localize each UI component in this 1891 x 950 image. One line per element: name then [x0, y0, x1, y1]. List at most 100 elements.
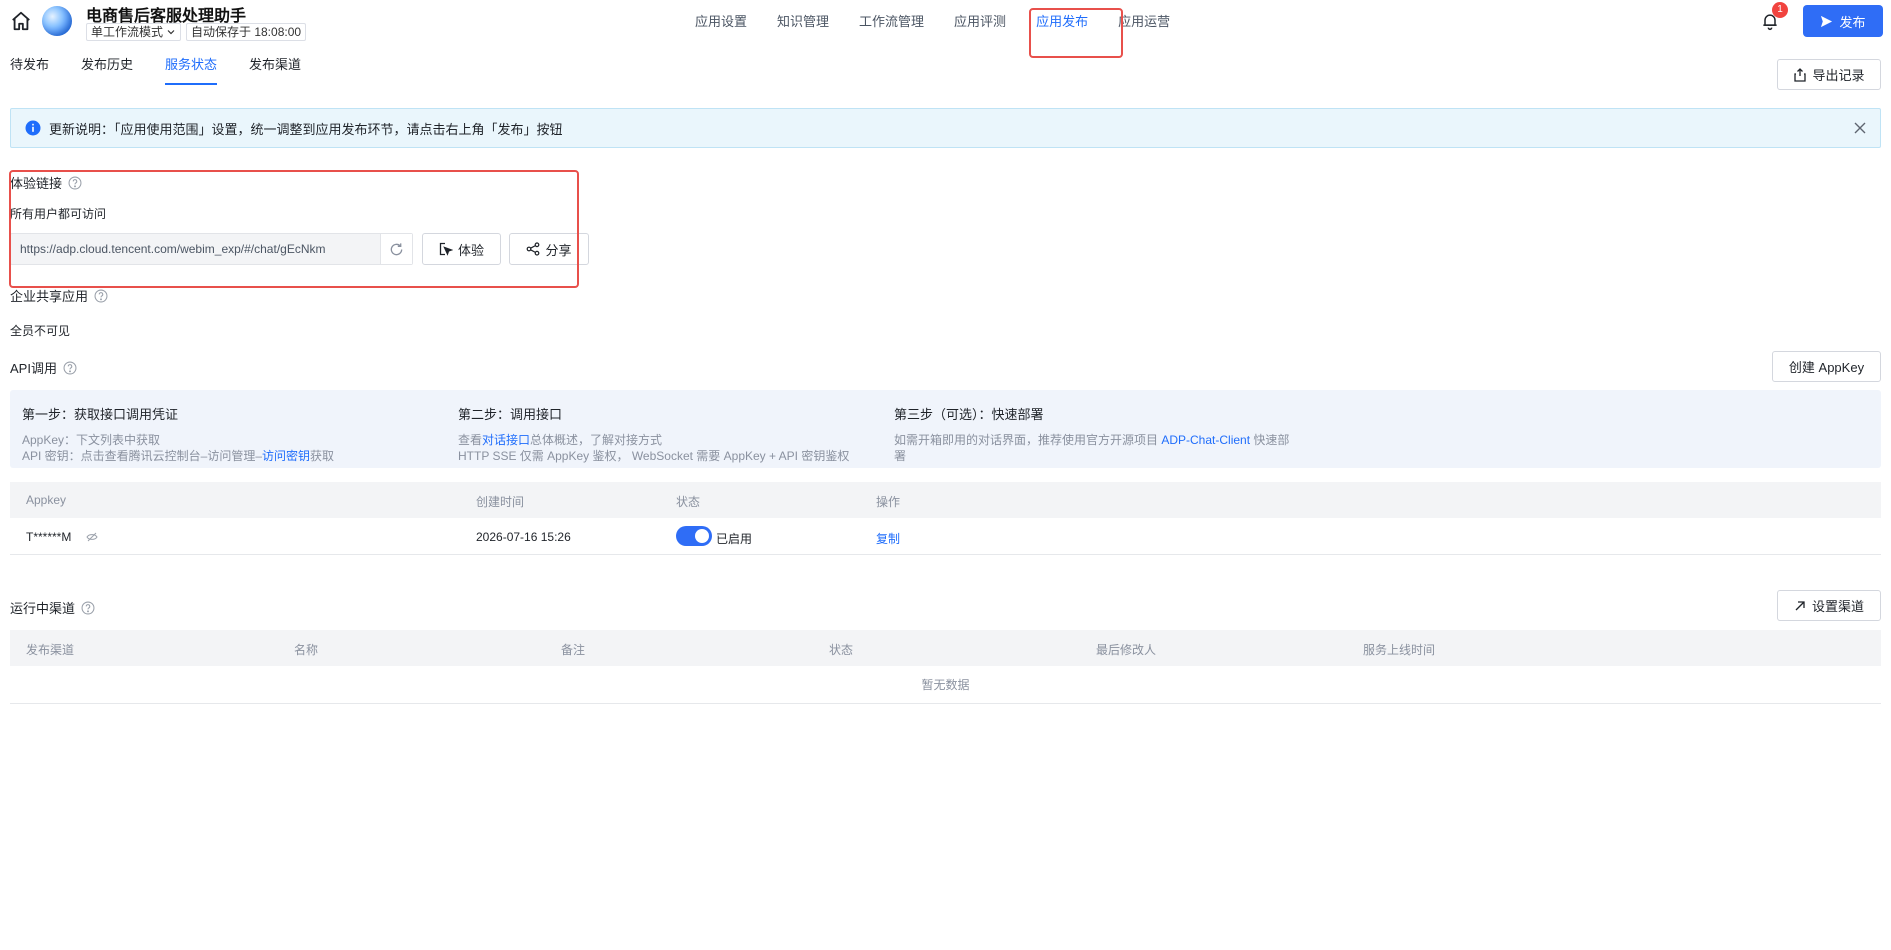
api-title-text: API调用 [10, 361, 57, 376]
api-step-3: 第三步（可选）：快速部署 如需开箱即用的对话界面，推荐使用官方开源项目 ADP-… [894, 404, 1314, 464]
export-icon [1794, 67, 1807, 82]
status-toggle[interactable] [676, 526, 712, 546]
autosave-status: 自动保存于 18:08:00 [186, 23, 307, 41]
create-appkey-button[interactable]: 创建 AppKey [1772, 351, 1881, 382]
step-line: AppKey：下文列表中获取 [22, 433, 161, 447]
enterprise-shared-title-text: 企业共享应用 [10, 289, 89, 304]
column-header: 发布渠道 [26, 643, 75, 657]
table-header: Appkey 创建时间 状态 操作 [10, 482, 1881, 518]
nav-knowledge[interactable]: 知识管理 [762, 0, 844, 44]
appkey-value: T******M [26, 530, 72, 544]
running-channels-title: 运行中渠道 [10, 598, 95, 617]
status-text: 已启用 [716, 532, 753, 546]
info-icon [25, 120, 41, 136]
api-title: API调用 [10, 358, 77, 377]
step-line: 署 [894, 449, 907, 463]
share-button-label: 分享 [545, 242, 572, 258]
publish-button[interactable]: 发布 [1803, 5, 1883, 37]
column-header: 状态 [676, 495, 701, 509]
access-key-link[interactable]: 访问密钥 [262, 449, 310, 463]
help-icon[interactable] [63, 361, 77, 375]
enterprise-visibility: 全员不可见 [10, 324, 71, 338]
update-notice: 更新说明：「应用使用范围」设置，统一调整到应用发布环节，请点击右上角「发布」按钮 [10, 108, 1881, 148]
refresh-link-button[interactable] [380, 234, 412, 264]
step-text: 查看 [458, 433, 483, 447]
help-icon[interactable] [94, 289, 108, 303]
cursor-click-icon [439, 242, 453, 256]
notice-text: 更新说明：「应用使用范围」设置，统一调整到应用发布环节，请点击右上角「发布」按钮 [49, 121, 563, 137]
tab-channels[interactable]: 发布渠道 [249, 54, 301, 83]
experience-link-title: 体验链接 [10, 173, 82, 192]
help-icon[interactable] [81, 601, 95, 615]
nav-app-settings[interactable]: 应用设置 [680, 0, 762, 44]
export-records-button[interactable]: 导出记录 [1777, 59, 1881, 90]
experience-url-box [10, 233, 413, 265]
step-line: 如需开箱即用的对话界面，推荐使用官方开源项目 ADP-Chat-Client 快… [894, 432, 1314, 448]
mode-select-value: 单工作流模式 [91, 25, 164, 39]
try-button[interactable]: 体验 [422, 233, 501, 265]
appkey-table: Appkey 创建时间 状态 操作 T******M 2026-07-16 15… [10, 482, 1881, 555]
step-title: 第二步：调用接口 [458, 407, 563, 422]
eye-off-icon[interactable] [86, 532, 98, 542]
help-icon[interactable] [68, 176, 82, 190]
channels-table: 发布渠道 名称 备注 状态 最后修改人 服务上线时间 暂无数据 [10, 630, 1881, 704]
try-button-label: 体验 [457, 242, 484, 258]
share-button[interactable]: 分享 [509, 233, 589, 265]
column-header: 名称 [294, 643, 319, 657]
notification-badge: 1 [1772, 2, 1788, 18]
top-bar: 电商售后客服处理助手 单工作流模式 自动保存于 18:08:00 应用设置 知识… [0, 0, 1891, 58]
step-text: 快速部 [1250, 433, 1290, 447]
share-icon [527, 242, 540, 256]
app-logo [42, 6, 72, 36]
nav-operations[interactable]: 应用运营 [1103, 0, 1185, 44]
step-title: 第三步（可选）：快速部署 [894, 407, 1044, 422]
mode-select[interactable]: 单工作流模式 [86, 23, 182, 41]
running-channels-title-text: 运行中渠道 [10, 601, 76, 616]
setup-channel-button[interactable]: 设置渠道 [1777, 590, 1881, 621]
tab-service-status[interactable]: 服务状态 [165, 54, 218, 85]
adp-chat-client-link[interactable]: ADP-Chat-Client [1161, 433, 1250, 447]
step-line: 查看对话接口总体概述，了解对接方式 [458, 432, 878, 448]
column-header: 最后修改人 [1096, 643, 1157, 657]
api-step-1: 第一步：获取接口调用凭证 AppKey：下文列表中获取 API 密钥：点击查看腾… [22, 404, 442, 464]
home-icon[interactable] [10, 10, 32, 32]
step-text: 如需开箱即用的对话界面，推荐使用官方开源项目 [894, 433, 1162, 447]
created-time: 2026-07-16 15:26 [476, 530, 571, 544]
column-header: Appkey [26, 493, 67, 507]
copy-link[interactable]: 复制 [876, 530, 900, 547]
column-header: 服务上线时间 [1363, 643, 1436, 657]
close-icon[interactable] [1852, 120, 1868, 136]
setup-channel-label: 设置渠道 [1811, 599, 1864, 614]
step-line: HTTP SSE 仅需 AppKey 鉴权， WebSocket 需要 AppK… [458, 449, 850, 463]
export-records-label: 导出记录 [1812, 68, 1865, 83]
tab-history[interactable]: 发布历史 [81, 54, 133, 83]
experience-url-input[interactable] [11, 234, 380, 264]
publish-subtabs: 待发布 发布历史 服务状态 发布渠道 [10, 54, 301, 85]
arrow-up-right-icon [1795, 600, 1805, 610]
step-line: API 密钥：点击查看腾讯云控制台–访问管理–访问密钥获取 [22, 448, 442, 464]
experience-link-title-text: 体验链接 [10, 176, 63, 191]
chat-api-link[interactable]: 对话接口 [482, 433, 530, 447]
publish-button-label: 发布 [1839, 14, 1866, 30]
api-steps-panel: 第一步：获取接口调用凭证 AppKey：下文列表中获取 API 密钥：点击查看腾… [10, 390, 1881, 468]
chevron-down-icon [167, 30, 175, 35]
nav-workflow[interactable]: 工作流管理 [844, 0, 939, 44]
send-icon [1821, 15, 1833, 27]
enterprise-shared-title: 企业共享应用 [10, 286, 108, 305]
experience-access: 所有用户都可访问 [10, 207, 107, 221]
tab-pending[interactable]: 待发布 [10, 54, 49, 83]
nav-publish[interactable]: 应用发布 [1021, 0, 1103, 44]
api-step-2: 第二步：调用接口 查看对话接口总体概述，了解对接方式 HTTP SSE 仅需 A… [458, 404, 878, 464]
column-header: 备注 [561, 643, 586, 657]
column-header: 操作 [876, 495, 901, 509]
nav-evaluation[interactable]: 应用评测 [939, 0, 1021, 44]
experience-highlight-box [9, 170, 579, 288]
column-header: 创建时间 [476, 495, 525, 509]
column-header: 状态 [829, 643, 854, 657]
table-row: T******M 2026-07-16 15:26 已启用 复制 [10, 518, 1881, 555]
step-text: 总体概述，了解对接方式 [530, 433, 663, 447]
step-title: 第一步：获取接口调用凭证 [22, 407, 179, 422]
refresh-icon [390, 242, 403, 255]
empty-state: 暂无数据 [10, 666, 1881, 704]
step-text: API 密钥：点击查看腾讯云控制台–访问管理– [22, 449, 263, 463]
